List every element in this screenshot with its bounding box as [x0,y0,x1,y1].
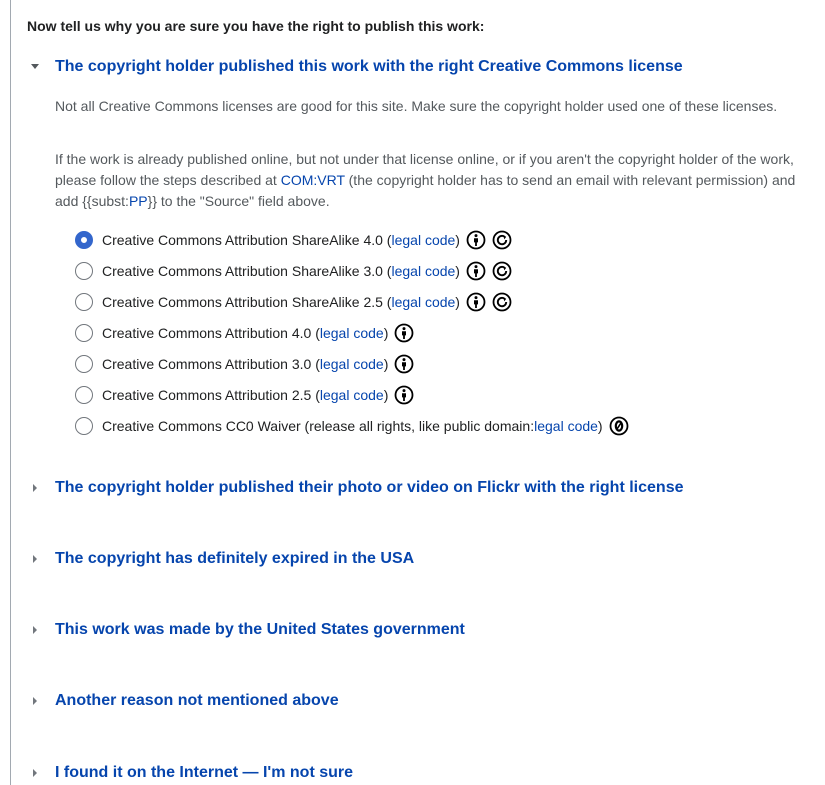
license-option[interactable]: Creative Commons Attribution ShareAlike … [75,286,635,317]
radio-button[interactable] [75,416,93,435]
legal-code-link[interactable]: legal code [320,387,384,403]
attribution-icon [394,323,414,342]
legal-code-link[interactable]: legal code [320,325,384,341]
section-header-flickr[interactable]: The copyright holder published their pho… [28,479,683,497]
radio-button-checked[interactable] [75,230,93,249]
license-icons [394,385,420,405]
legal-code-link[interactable]: legal code [391,294,455,310]
section-header-not-sure[interactable]: I found it on the Internet — I'm not sur… [28,764,353,782]
cc0-icon [609,416,628,435]
attribution-icon [466,230,486,249]
com-vrt-link[interactable]: COM:VRT [281,172,345,188]
section-title-expired-usa: The copyright has definitely expired in … [55,550,415,567]
license-icons [609,416,635,436]
section-title-flickr: The copyright holder published their pho… [55,479,684,496]
cc-license-note: Not all Creative Commons licenses are go… [55,98,778,114]
attribution-icon [394,385,414,404]
fieldset-left-border [10,0,11,785]
legal-code-link[interactable]: legal code [534,418,598,434]
license-radio-group: Creative Commons Attribution ShareAlike … [75,224,635,441]
license-option-label: Creative Commons Attribution 2.5 ( [102,386,320,403]
sharealike-icon [492,261,512,280]
instructions-text-3: }} to the "Source" field above. [147,193,330,209]
expand-triangle-icon [28,695,55,707]
radio-button[interactable] [75,261,93,280]
license-icons [466,261,518,281]
license-option-label: Creative Commons Attribution 3.0 ( [102,355,320,372]
legal-code-link[interactable]: legal code [320,356,384,372]
license-option-suffix: ) [597,417,603,434]
license-icons [394,323,420,343]
license-option-suffix: ) [383,355,389,372]
license-option-suffix: ) [455,262,460,279]
license-option-label: Creative Commons Attribution ShareAlike … [102,293,392,310]
expand-triangle-icon [28,553,55,565]
attribution-icon [394,354,414,373]
radio-button[interactable] [75,323,93,342]
license-option-suffix: ) [383,386,389,403]
legal-code-link[interactable]: legal code [391,232,455,248]
pp-template-link[interactable]: PP [129,193,148,209]
license-option-label: Creative Commons Attribution ShareAlike … [102,262,392,279]
radio-button[interactable] [75,292,93,311]
license-option-suffix: ) [455,293,460,310]
sharealike-icon [492,230,512,249]
legal-code-link[interactable]: legal code [391,263,455,279]
license-icons [466,230,518,250]
expand-triangle-icon [28,624,55,636]
section-header-another-reason[interactable]: Another reason not mentioned above [28,692,339,710]
section-header-expired-usa[interactable]: The copyright has definitely expired in … [28,550,414,568]
intro-question: Now tell us why you are sure you have th… [27,18,485,34]
license-option[interactable]: Creative Commons Attribution ShareAlike … [75,255,635,286]
license-option-label: Creative Commons Attribution 4.0 ( [102,324,320,341]
license-icons [466,292,518,312]
section-title-not-sure: I found it on the Internet — I'm not sur… [55,764,354,781]
collapse-triangle-icon [28,61,55,73]
license-option[interactable]: Creative Commons Attribution ShareAlike … [75,224,635,255]
cc-license-instructions: If the work is already published online,… [55,149,800,212]
license-option-label: Creative Commons Attribution ShareAlike … [102,231,392,248]
license-option[interactable]: Creative Commons CC0 Waiver (release all… [75,410,635,441]
license-icons [394,354,420,374]
expand-triangle-icon [28,767,55,779]
section-title-cc-license: The copyright holder published this work… [55,58,683,75]
attribution-icon [466,261,486,280]
radio-button[interactable] [75,385,93,404]
section-header-cc-license[interactable]: The copyright holder published this work… [28,58,683,76]
section-header-us-government[interactable]: This work was made by the United States … [28,621,465,639]
license-option[interactable]: Creative Commons Attribution 2.5 (legal … [75,379,635,410]
license-option[interactable]: Creative Commons Attribution 4.0 (legal … [75,317,635,348]
license-option-label: Creative Commons CC0 Waiver (release all… [102,417,535,434]
section-title-us-government: This work was made by the United States … [55,621,465,638]
radio-button[interactable] [75,354,93,373]
license-option-suffix: ) [383,324,389,341]
attribution-icon [466,292,486,311]
sharealike-icon [492,292,512,311]
section-title-another-reason: Another reason not mentioned above [55,692,339,709]
license-option[interactable]: Creative Commons Attribution 3.0 (legal … [75,348,635,379]
expand-triangle-icon [28,482,55,494]
license-option-suffix: ) [455,231,460,248]
